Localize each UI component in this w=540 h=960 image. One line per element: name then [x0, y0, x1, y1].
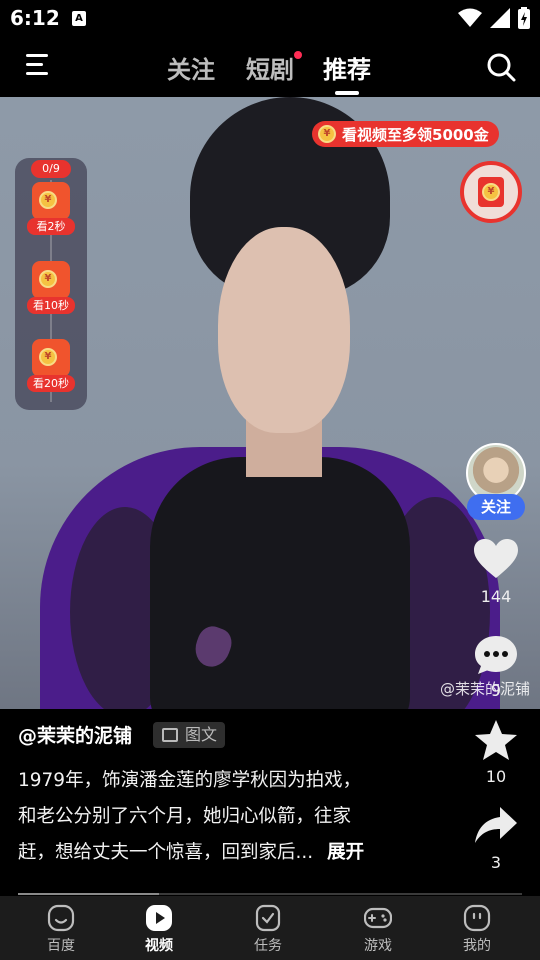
task-item[interactable]: ¥ 看10秒: [27, 261, 75, 319]
red-envelope-reward-button[interactable]: ¥: [460, 161, 522, 223]
tab-recommended-label: 推荐: [323, 56, 371, 84]
task-count: 0/9: [31, 160, 71, 178]
baidu-face-icon: [47, 904, 75, 932]
wifi-icon: [458, 8, 482, 27]
task-label: 看2秒: [27, 218, 75, 235]
nav-item-games[interactable]: 游戏: [343, 904, 413, 958]
task-item[interactable]: ¥ 看2秒: [27, 182, 75, 240]
nav-label: 游戏: [364, 938, 392, 954]
tab-short-drama[interactable]: 短剧: [246, 50, 302, 85]
status-icons: [458, 7, 530, 29]
bottom-nav: 百度 视频 任务 游戏 我的: [0, 896, 540, 960]
image-icon: [162, 728, 178, 742]
tab-recommended[interactable]: 推荐: [323, 50, 371, 95]
favorite-count: 10: [485, 767, 507, 786]
caption-line: 1979年，饰演潘金莲的廖学秋因为拍戏，: [18, 770, 362, 791]
tab-following[interactable]: 关注: [167, 50, 215, 85]
caption-line: 和老公分别了六个月，她归心似箭，往家: [18, 806, 352, 827]
author-name[interactable]: @茉茉的泥铺: [18, 721, 132, 748]
star-icon[interactable]: [474, 719, 518, 761]
search-icon[interactable]: [486, 52, 516, 82]
coin-icon: ¥: [318, 125, 336, 143]
comment-count: 9: [490, 681, 502, 700]
follow-button[interactable]: 关注: [467, 494, 525, 520]
top-nav: 关注 短剧 推荐: [0, 36, 540, 96]
reward-banner-text: 看视频至多领5000金: [342, 125, 489, 144]
app-notification-icon: A: [72, 11, 86, 26]
progress-fill: [18, 893, 160, 895]
coin-icon: ¥: [39, 348, 57, 366]
task-check-icon: [255, 904, 281, 932]
gamepad-icon: [364, 907, 392, 929]
nav-label: 视频: [145, 938, 173, 954]
nav-label: 我的: [463, 938, 491, 954]
nav-label: 百度: [47, 938, 75, 954]
nav-label: 任务: [254, 938, 282, 954]
video-progress-bar[interactable]: [18, 893, 522, 895]
nav-item-baidu[interactable]: 百度: [26, 904, 96, 958]
feed-tabs: 关注 短剧 推荐: [0, 36, 540, 96]
nav-item-video[interactable]: 视频: [124, 904, 194, 958]
notification-dot: [294, 51, 302, 59]
tab-short-drama-label: 短剧: [246, 56, 294, 84]
share-icon[interactable]: [474, 806, 518, 844]
comment-icon[interactable]: [474, 634, 518, 676]
reward-banner[interactable]: ¥ 看视频至多领5000金: [312, 121, 499, 147]
like-count: 144: [480, 587, 512, 606]
coin-icon: ¥: [482, 183, 500, 201]
coin-icon: ¥: [39, 270, 57, 288]
nav-item-tasks[interactable]: 任务: [233, 904, 303, 958]
active-tab-indicator: [335, 91, 359, 95]
post-caption[interactable]: 1979年，饰演潘金莲的廖学秋因为拍戏， 和老公分别了六个月，她归心似箭，往家 …: [18, 763, 418, 871]
task-label: 看10秒: [27, 297, 75, 314]
watch-task-panel: 0/9 ¥ 看2秒 ¥ 看10秒 ¥ 看20秒: [15, 158, 87, 410]
status-time: 6:12: [10, 6, 60, 30]
expand-button[interactable]: 展开: [327, 842, 364, 863]
signal-icon: [490, 8, 510, 28]
share-count: 3: [490, 853, 502, 872]
heart-icon[interactable]: [473, 538, 519, 580]
status-bar: 6:12 A: [0, 0, 540, 36]
caption-line: 赶，想给丈夫一个惊喜，回到家后...: [18, 842, 314, 863]
battery-icon: [518, 7, 530, 29]
tag-label: 图文: [185, 725, 218, 744]
image-text-tag: 图文: [153, 722, 226, 748]
video-play-icon: [146, 905, 172, 931]
profile-face-icon: [463, 904, 491, 932]
task-item[interactable]: ¥ 看20秒: [27, 339, 75, 397]
coin-icon: ¥: [39, 191, 57, 209]
nav-item-profile[interactable]: 我的: [442, 904, 512, 958]
task-label: 看20秒: [27, 375, 75, 392]
